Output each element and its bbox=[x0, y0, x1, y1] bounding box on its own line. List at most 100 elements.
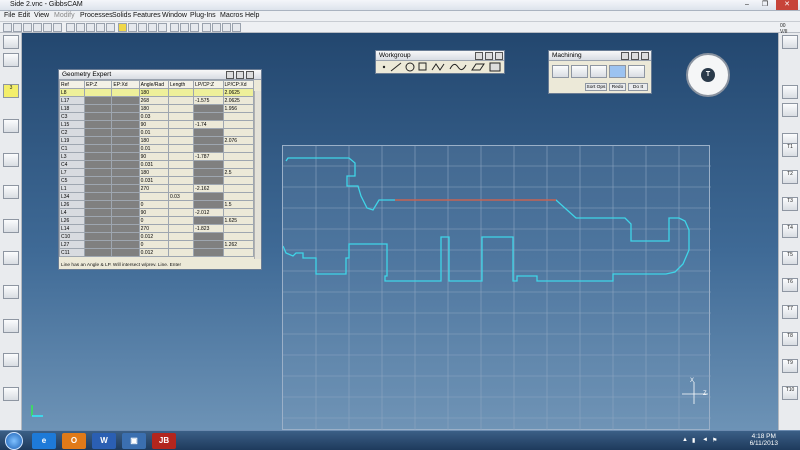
table-cell[interactable]: 0.031 bbox=[138, 176, 170, 185]
menu-help[interactable]: Help bbox=[245, 12, 259, 19]
table-cell[interactable] bbox=[168, 184, 195, 193]
table-row[interactable]: C5 0.031 bbox=[58, 176, 255, 185]
view-iso-icon[interactable] bbox=[158, 23, 167, 32]
table-cell[interactable]: 270 bbox=[138, 184, 170, 193]
measure-icon[interactable] bbox=[202, 23, 211, 32]
tool-button-t5[interactable]: T5 bbox=[782, 251, 798, 265]
table-cell[interactable]: 2.076 bbox=[222, 136, 255, 145]
table-row[interactable]: C10 0.012 bbox=[58, 232, 255, 241]
table-cell[interactable]: 1.625 bbox=[222, 216, 255, 225]
table-row[interactable]: L27 0 1.262 bbox=[58, 240, 255, 249]
table-cell[interactable] bbox=[84, 104, 113, 113]
table-cell[interactable] bbox=[111, 96, 140, 105]
doc-control-icon[interactable] bbox=[3, 319, 19, 333]
table-cell[interactable] bbox=[168, 200, 195, 209]
table-cell[interactable]: L15 bbox=[58, 120, 86, 129]
table-cell[interactable] bbox=[168, 128, 195, 137]
menu-processes[interactable]: Processes bbox=[80, 12, 113, 19]
table-row[interactable]: L26 0 1.625 bbox=[58, 216, 255, 225]
table-cell[interactable]: 0 bbox=[138, 200, 170, 209]
table-cell[interactable] bbox=[84, 248, 113, 257]
polyline-icon[interactable] bbox=[431, 63, 445, 71]
view-front-icon[interactable] bbox=[138, 23, 147, 32]
table-cell[interactable]: L34 bbox=[58, 192, 86, 201]
table-cell[interactable]: -2.162 bbox=[193, 184, 224, 193]
table-cell[interactable] bbox=[84, 128, 113, 137]
workgroup-close-icon[interactable] bbox=[495, 52, 503, 60]
table-cell[interactable]: L8 bbox=[58, 88, 86, 97]
table-cell[interactable] bbox=[84, 216, 113, 225]
table-row[interactable]: C4 0.031 bbox=[58, 160, 255, 169]
table-cell[interactable] bbox=[168, 120, 195, 129]
table-cell[interactable] bbox=[222, 224, 255, 233]
table-cell[interactable] bbox=[84, 152, 113, 161]
hidden-line-icon[interactable] bbox=[190, 23, 199, 32]
table-cell[interactable]: C4 bbox=[58, 160, 86, 169]
table-cell[interactable] bbox=[168, 136, 195, 145]
table-cell[interactable]: -1.823 bbox=[193, 224, 224, 233]
table-cell[interactable]: L17 bbox=[58, 96, 86, 105]
zoom-icon[interactable] bbox=[76, 23, 85, 32]
table-cell[interactable]: L4 bbox=[58, 208, 86, 217]
tool-button-t3[interactable]: T3 bbox=[782, 197, 798, 211]
layer-icon[interactable] bbox=[212, 23, 221, 32]
table-cell[interactable] bbox=[168, 144, 195, 153]
table-cell[interactable]: 1.262 bbox=[222, 240, 255, 249]
stock-icon[interactable] bbox=[3, 53, 19, 67]
table-cell[interactable]: -1.787 bbox=[193, 152, 224, 161]
table-cell[interactable] bbox=[111, 144, 140, 153]
taskbar-app-3[interactable]: ▣ bbox=[122, 433, 146, 449]
table-cell[interactable]: 180 bbox=[138, 88, 170, 97]
table-cell[interactable]: 1.5 bbox=[222, 200, 255, 209]
table-cell[interactable] bbox=[84, 192, 113, 201]
rectangle-icon[interactable] bbox=[418, 62, 427, 71]
point-icon[interactable] bbox=[382, 65, 386, 69]
table-cell[interactable] bbox=[111, 184, 140, 193]
table-cell[interactable] bbox=[193, 176, 224, 185]
post-icon[interactable] bbox=[3, 353, 19, 367]
table-cell[interactable] bbox=[84, 144, 113, 153]
machining-titlebar[interactable]: Machining bbox=[549, 51, 651, 61]
table-cell[interactable] bbox=[193, 168, 224, 177]
tool-button-t2[interactable]: T2 bbox=[782, 170, 798, 184]
table-cell[interactable]: 0.031 bbox=[138, 160, 170, 169]
table-cell[interactable] bbox=[111, 208, 140, 217]
table-cell[interactable] bbox=[168, 104, 195, 113]
network-icon[interactable]: ▮ bbox=[692, 437, 695, 444]
table-cell[interactable] bbox=[111, 248, 140, 257]
table-cell[interactable]: -1.575 bbox=[193, 96, 224, 105]
fit-view-icon[interactable] bbox=[106, 23, 115, 32]
view-top-icon[interactable] bbox=[128, 23, 137, 32]
table-cell[interactable] bbox=[111, 176, 140, 185]
start-button[interactable] bbox=[5, 432, 23, 450]
table-cell[interactable] bbox=[84, 184, 113, 193]
part-profile[interactable] bbox=[282, 157, 690, 282]
table-cell[interactable] bbox=[222, 208, 255, 217]
table-cell[interactable]: L27 bbox=[58, 240, 86, 249]
redo-button[interactable]: Redo bbox=[609, 83, 626, 91]
new-file-icon[interactable] bbox=[3, 23, 12, 32]
table-cell[interactable] bbox=[111, 192, 140, 201]
table-cell[interactable] bbox=[84, 200, 113, 209]
table-cell[interactable] bbox=[168, 208, 195, 217]
table-cell[interactable]: 1.956 bbox=[222, 104, 255, 113]
table-cell[interactable]: 0.01 bbox=[138, 144, 170, 153]
table-cell[interactable] bbox=[111, 112, 140, 121]
menu-plugins[interactable]: Plug-Ins bbox=[190, 12, 216, 19]
tool-button-t4[interactable]: T4 bbox=[782, 224, 798, 238]
table-cell[interactable]: C11 bbox=[58, 248, 86, 257]
table-cell[interactable] bbox=[193, 144, 224, 153]
taskbar-app-2[interactable]: W bbox=[92, 433, 116, 449]
table-cell[interactable] bbox=[168, 224, 195, 233]
table-row[interactable]: L26 0 1.5 bbox=[58, 200, 255, 209]
taskbar-app-0[interactable]: e bbox=[32, 433, 56, 449]
table-cell[interactable] bbox=[193, 200, 224, 209]
tool-button-t1[interactable]: T1 bbox=[782, 143, 798, 157]
table-row[interactable]: L4 90 -2.012 bbox=[58, 208, 255, 217]
table-cell[interactable] bbox=[111, 160, 140, 169]
table-cell[interactable] bbox=[222, 128, 255, 137]
geometry-expert-close-icon[interactable] bbox=[246, 71, 254, 79]
table-cell[interactable]: 0 bbox=[138, 240, 170, 249]
table-cell[interactable]: 2.0625 bbox=[222, 88, 255, 97]
table-cell[interactable] bbox=[111, 136, 140, 145]
